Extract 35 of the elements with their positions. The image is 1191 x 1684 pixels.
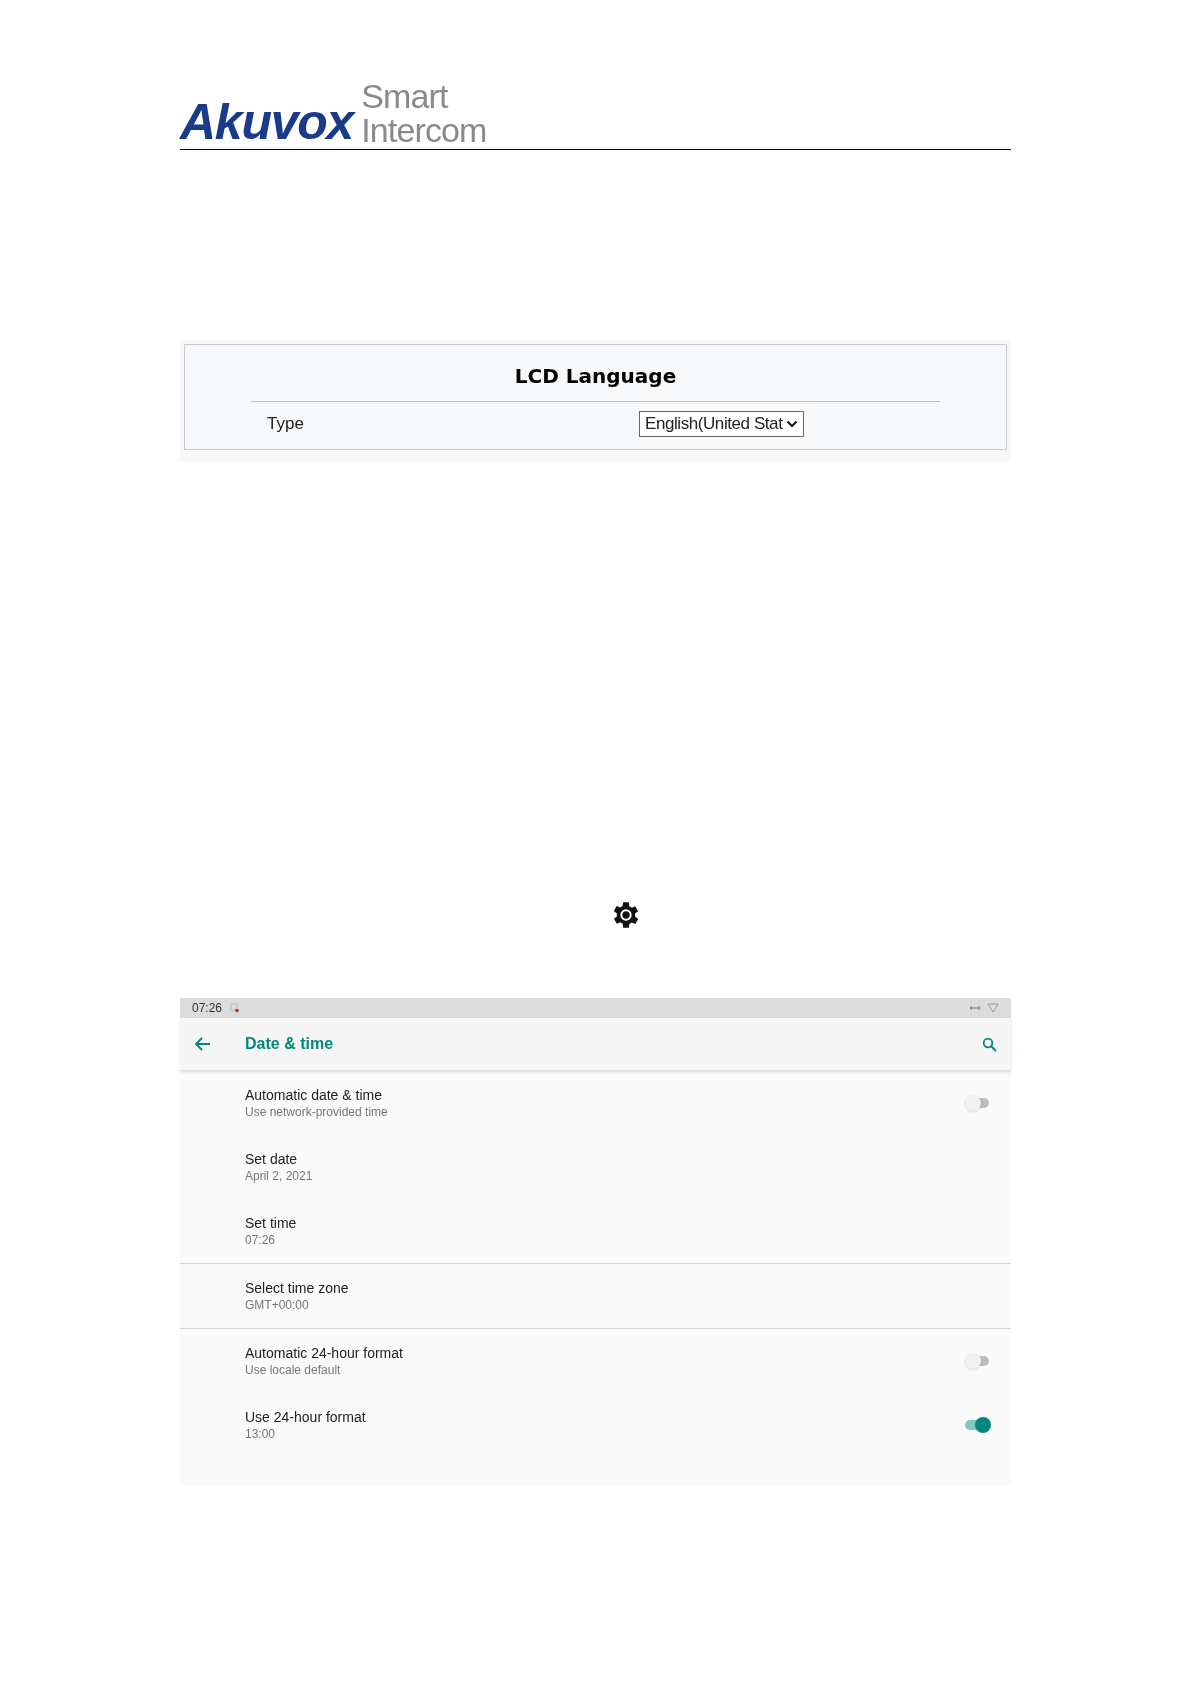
- language-dropdown[interactable]: English(United Stat: [639, 411, 805, 437]
- brand-logo: Akuvox: [180, 97, 354, 147]
- tagline-text: Smart: [361, 79, 450, 113]
- row-summary: April 2, 2021: [245, 1168, 314, 1184]
- row-title: Use 24-hour format: [245, 1408, 367, 1426]
- row-title: Select time zone: [245, 1279, 350, 1297]
- row-summary: Use network-provided time: [245, 1104, 389, 1120]
- field-label: Type: [267, 413, 305, 436]
- settings-row[interactable]: Automatic date & time Use network-provided time: [180, 1071, 1011, 1135]
- wifi-icon: [987, 1003, 999, 1013]
- tagline-text: Intercom: [361, 113, 487, 147]
- notification-icon: [230, 1003, 241, 1013]
- toggle-switch[interactable]: [965, 1352, 991, 1370]
- settings-row[interactable]: Set time 07:26: [180, 1199, 1011, 1263]
- settings-row[interactable]: Automatic 24-hour format Use locale default: [180, 1329, 1011, 1393]
- chevron-down-icon: [786, 420, 799, 428]
- status-time: 07:26: [192, 1000, 223, 1017]
- settings-row[interactable]: Select time zone GMT+00:00: [180, 1264, 1011, 1328]
- row-summary: Use locale default: [245, 1362, 342, 1378]
- row-title: Automatic date & time: [245, 1086, 383, 1104]
- row-title: Set time: [245, 1214, 298, 1232]
- search-icon[interactable]: [982, 1036, 997, 1052]
- row-summary: 07:26: [245, 1232, 277, 1248]
- screen-title: Date & time: [245, 1034, 334, 1054]
- row-summary: 13:00: [245, 1426, 277, 1442]
- toggle-switch[interactable]: [965, 1094, 991, 1112]
- arrows-icon: [969, 1004, 981, 1012]
- row-title: Set date: [245, 1150, 299, 1168]
- settings-row[interactable]: Set date April 2, 2021: [180, 1135, 1011, 1199]
- row-summary: GMT+00:00: [245, 1297, 310, 1313]
- toggle-switch[interactable]: [965, 1416, 991, 1434]
- panel-title: LCD Language: [251, 345, 940, 402]
- settings-row[interactable]: Use 24-hour format 13:00: [180, 1393, 1011, 1457]
- back-arrow-icon[interactable]: [195, 1037, 211, 1051]
- row-title: Automatic 24-hour format: [245, 1344, 404, 1362]
